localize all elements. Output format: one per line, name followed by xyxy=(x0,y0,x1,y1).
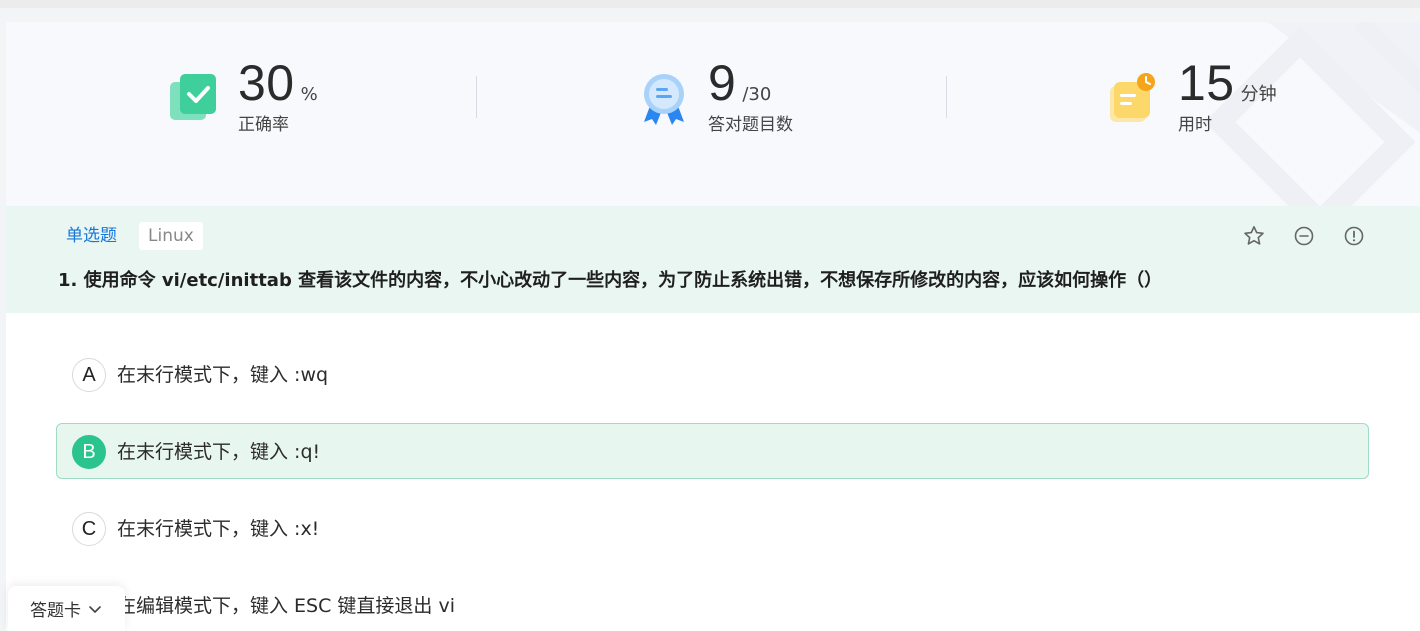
minus-circle-icon[interactable] xyxy=(1292,224,1316,248)
clock-note-icon xyxy=(1110,73,1155,122)
option-letter: A xyxy=(72,358,106,392)
check-card-icon xyxy=(170,74,216,120)
question-type-tag: 单选题 xyxy=(66,226,117,246)
option-d[interactable]: D 在编辑模式下，键入 ESC 键直接退出 vi xyxy=(56,577,1369,631)
correct-count-label: 答对题目数 xyxy=(708,115,793,135)
accuracy-label: 正确率 xyxy=(238,115,289,135)
options-list: A 在末行模式下，键入 :wq B 在末行模式下，键入 :q! C 在末行模式下… xyxy=(56,346,1369,631)
result-card: 30% 正确率 9/30 答对题目数 15 分钟 用时 单选题 Linux 1.… xyxy=(6,22,1420,631)
option-c[interactable]: C 在末行模式下，键入 :x! xyxy=(56,500,1369,556)
stats-divider xyxy=(946,76,947,118)
option-text: 在编辑模式下，键入 ESC 键直接退出 vi xyxy=(117,595,455,617)
option-b[interactable]: B 在末行模式下，键入 :q! xyxy=(56,423,1369,479)
question-text: 1. 使用命令 vi/etc/inittab 查看该文件的内容，不小心改动了一些… xyxy=(58,270,1163,291)
correct-count-total: /30 xyxy=(742,84,772,105)
question-header: 单选题 Linux 1. 使用命令 vi/etc/inittab 查看该文件的内… xyxy=(6,206,1420,313)
option-letter: C xyxy=(72,512,106,546)
time-used-unit: 分钟 xyxy=(1240,84,1277,105)
top-bar xyxy=(0,0,1420,8)
option-a[interactable]: A 在末行模式下，键入 :wq xyxy=(56,346,1369,402)
option-letter: B xyxy=(72,435,106,469)
answer-card-button[interactable]: 答题卡 xyxy=(8,586,125,631)
option-text: 在末行模式下，键入 :q! xyxy=(117,441,321,463)
accuracy-value: 30 xyxy=(238,55,295,111)
option-text: 在末行模式下，键入 :wq xyxy=(117,364,329,386)
star-icon[interactable] xyxy=(1242,224,1266,248)
stats-panel: 30% 正确率 9/30 答对题目数 15 分钟 用时 xyxy=(6,22,1420,206)
info-circle-icon[interactable] xyxy=(1342,224,1366,248)
time-used-label: 用时 xyxy=(1178,115,1212,135)
option-text: 在末行模式下，键入 :x! xyxy=(117,518,320,540)
time-used-value: 15 xyxy=(1178,55,1235,111)
answer-card-label: 答题卡 xyxy=(30,601,81,621)
question-actions xyxy=(1242,224,1366,248)
chevron-down-icon xyxy=(89,605,101,613)
medal-icon xyxy=(644,74,684,125)
correct-count-value: 9 xyxy=(708,55,737,111)
question-topic-tag: Linux xyxy=(139,222,203,250)
stats-divider xyxy=(476,76,477,118)
accuracy-unit: % xyxy=(300,84,318,105)
